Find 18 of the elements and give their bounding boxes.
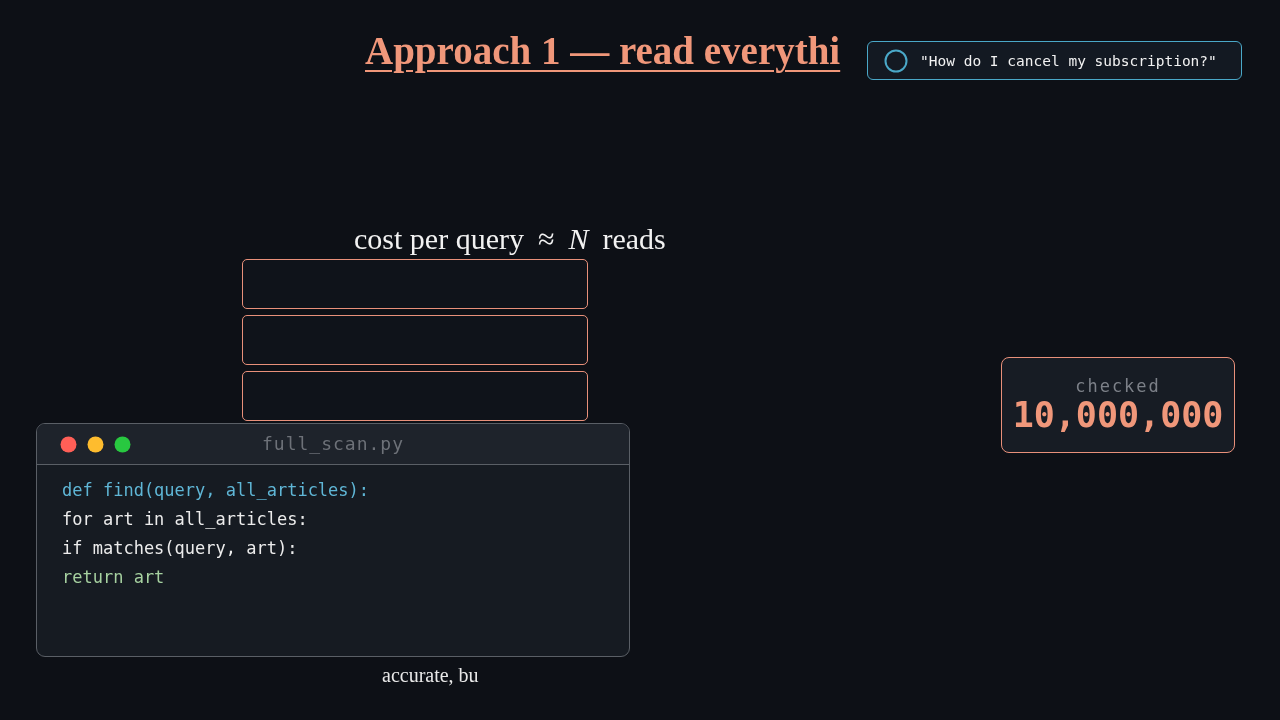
code-line: for art in all_articles: xyxy=(62,509,308,530)
counter-value: 10,000,000 xyxy=(1012,396,1224,434)
slide-title: Approach 1 — read everythi xyxy=(365,28,841,73)
window-title: full_scan.py xyxy=(261,433,404,454)
minimize-dot-icon xyxy=(87,435,104,453)
caption-text: accurate, bu xyxy=(382,664,479,687)
maximize-dot-icon xyxy=(114,435,131,453)
code-line: return art xyxy=(62,567,165,588)
counter-label: checked xyxy=(1075,376,1161,396)
formula-text: cost per query xyxy=(354,222,524,256)
approx-symbol: ≈ xyxy=(537,222,555,256)
code-line: if matches(query, art): xyxy=(62,538,298,559)
close-dot-icon xyxy=(60,435,77,453)
query-field: "How do I cancel my subscription?" xyxy=(867,41,1242,80)
formula-unit: reads xyxy=(602,222,666,256)
circle-icon xyxy=(884,48,908,73)
formula-variable: N xyxy=(568,222,589,256)
code-line: def find(query, all_articles): xyxy=(62,480,370,501)
